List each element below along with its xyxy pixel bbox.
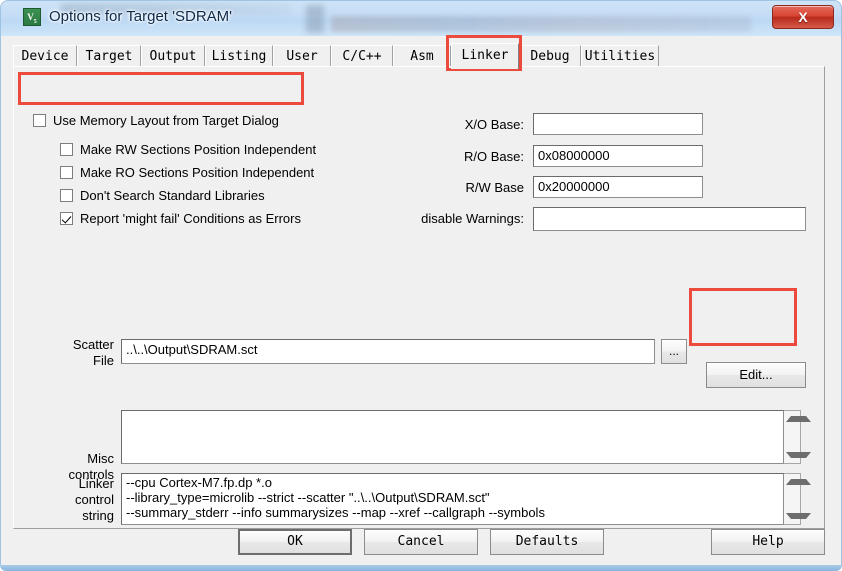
edit-scatter-file-button[interactable]: Edit...	[706, 362, 806, 388]
window-bottom-edge	[0, 565, 842, 571]
checkbox-row-report-might-fail[interactable]: Report 'might fail' Conditions as Errors	[60, 211, 301, 226]
label-linker-control-string-line2: control	[74, 492, 114, 507]
label-rw-base: R/W Base	[465, 180, 524, 195]
defaults-button[interactable]: Defaults	[490, 529, 604, 555]
glass-blur-artifact	[331, 16, 751, 32]
linker-tab-page: Use Memory Layout from Target Dialog Mak…	[13, 66, 825, 529]
tab-asm[interactable]: Asm	[393, 45, 451, 68]
tab-utilities[interactable]: Utilities	[581, 45, 659, 68]
dialog-client-area: Device Target Output Listing User C/C++ …	[0, 36, 842, 565]
scroll-down-icon[interactable]	[786, 452, 811, 458]
keil-uvision-icon: V5	[23, 8, 41, 26]
label-xo-base: X/O Base:	[464, 117, 524, 132]
checkbox-label-use-memory-layout: Use Memory Layout from Target Dialog	[53, 113, 279, 128]
tab-strip: Device Target Output Listing User C/C++ …	[13, 43, 825, 69]
label-scatter-file-line2: File	[93, 353, 114, 368]
tab-linker[interactable]: Linker	[451, 43, 519, 69]
checkbox-row-make-rw-sections-pi[interactable]: Make RW Sections Position Independent	[60, 142, 316, 157]
label-scatter-file-line1: Scatter	[72, 337, 114, 352]
glass-blur-artifact	[306, 5, 324, 33]
input-misc-controls[interactable]	[121, 410, 784, 464]
help-button[interactable]: Help	[711, 529, 825, 555]
checkbox-label-dont-search-standard-libraries: Don't Search Standard Libraries	[80, 188, 265, 203]
input-scatter-file[interactable]: ..\..\Output\SDRAM.sct	[121, 339, 655, 364]
scroll-up-icon[interactable]	[786, 416, 811, 422]
tab-device[interactable]: Device	[13, 45, 77, 68]
close-icon: X	[798, 9, 808, 25]
misc-controls-scrollbar[interactable]	[784, 410, 811, 464]
close-button[interactable]: X	[772, 5, 834, 29]
input-ro-base[interactable]: 0x08000000	[533, 145, 703, 167]
checkbox-make-ro-sections-pi[interactable]	[60, 166, 73, 179]
tab-output[interactable]: Output	[141, 45, 205, 68]
checkbox-make-rw-sections-pi[interactable]	[60, 143, 73, 156]
scroll-up-icon[interactable]	[786, 479, 811, 485]
input-linker-control-string[interactable]: --cpu Cortex-M7.fp.dp *.o --library_type…	[121, 473, 784, 525]
browse-scatter-file-button[interactable]: ...	[661, 339, 687, 364]
checkbox-row-use-memory-layout[interactable]: Use Memory Layout from Target Dialog	[33, 113, 279, 128]
tab-debug[interactable]: Debug	[519, 45, 581, 68]
checkbox-label-report-might-fail: Report 'might fail' Conditions as Errors	[80, 211, 301, 226]
ok-button[interactable]: OK	[238, 529, 352, 555]
label-disable-warnings: disable Warnings:	[421, 211, 524, 226]
cancel-button[interactable]: Cancel	[364, 529, 478, 555]
checkbox-row-dont-search-standard-libraries[interactable]: Don't Search Standard Libraries	[60, 188, 265, 203]
window-title: Options for Target 'SDRAM'	[49, 8, 233, 25]
scroll-down-icon[interactable]	[786, 513, 811, 519]
checkbox-label-make-ro-sections-pi: Make RO Sections Position Independent	[80, 165, 315, 180]
label-linker-control-string-line1: Linker	[78, 476, 114, 491]
tab-c-cpp[interactable]: C/C++	[331, 45, 393, 68]
linker-control-string-scrollbar[interactable]	[784, 473, 811, 525]
tab-user[interactable]: User	[273, 45, 331, 68]
checkbox-dont-search-standard-libraries[interactable]	[60, 189, 73, 202]
tab-listing[interactable]: Listing	[205, 45, 273, 68]
input-rw-base[interactable]: 0x20000000	[533, 176, 703, 198]
tab-target[interactable]: Target	[77, 45, 141, 68]
title-bar: V5 Options for Target 'SDRAM' X	[0, 0, 842, 36]
label-misc-controls-line1: Misc	[87, 451, 114, 466]
checkbox-row-make-ro-sections-pi[interactable]: Make RO Sections Position Independent	[60, 165, 314, 180]
label-linker-control-string-line3: string	[82, 508, 114, 523]
label-ro-base: R/O Base:	[464, 149, 524, 164]
checkbox-use-memory-layout[interactable]	[33, 114, 46, 127]
options-dialog-window: V5 Options for Target 'SDRAM' X Device T…	[0, 0, 842, 571]
checkbox-label-make-rw-sections-pi: Make RW Sections Position Independent	[80, 142, 317, 157]
input-xo-base[interactable]	[533, 113, 703, 135]
input-disable-warnings[interactable]	[533, 207, 806, 231]
checkbox-report-might-fail[interactable]	[60, 212, 73, 225]
